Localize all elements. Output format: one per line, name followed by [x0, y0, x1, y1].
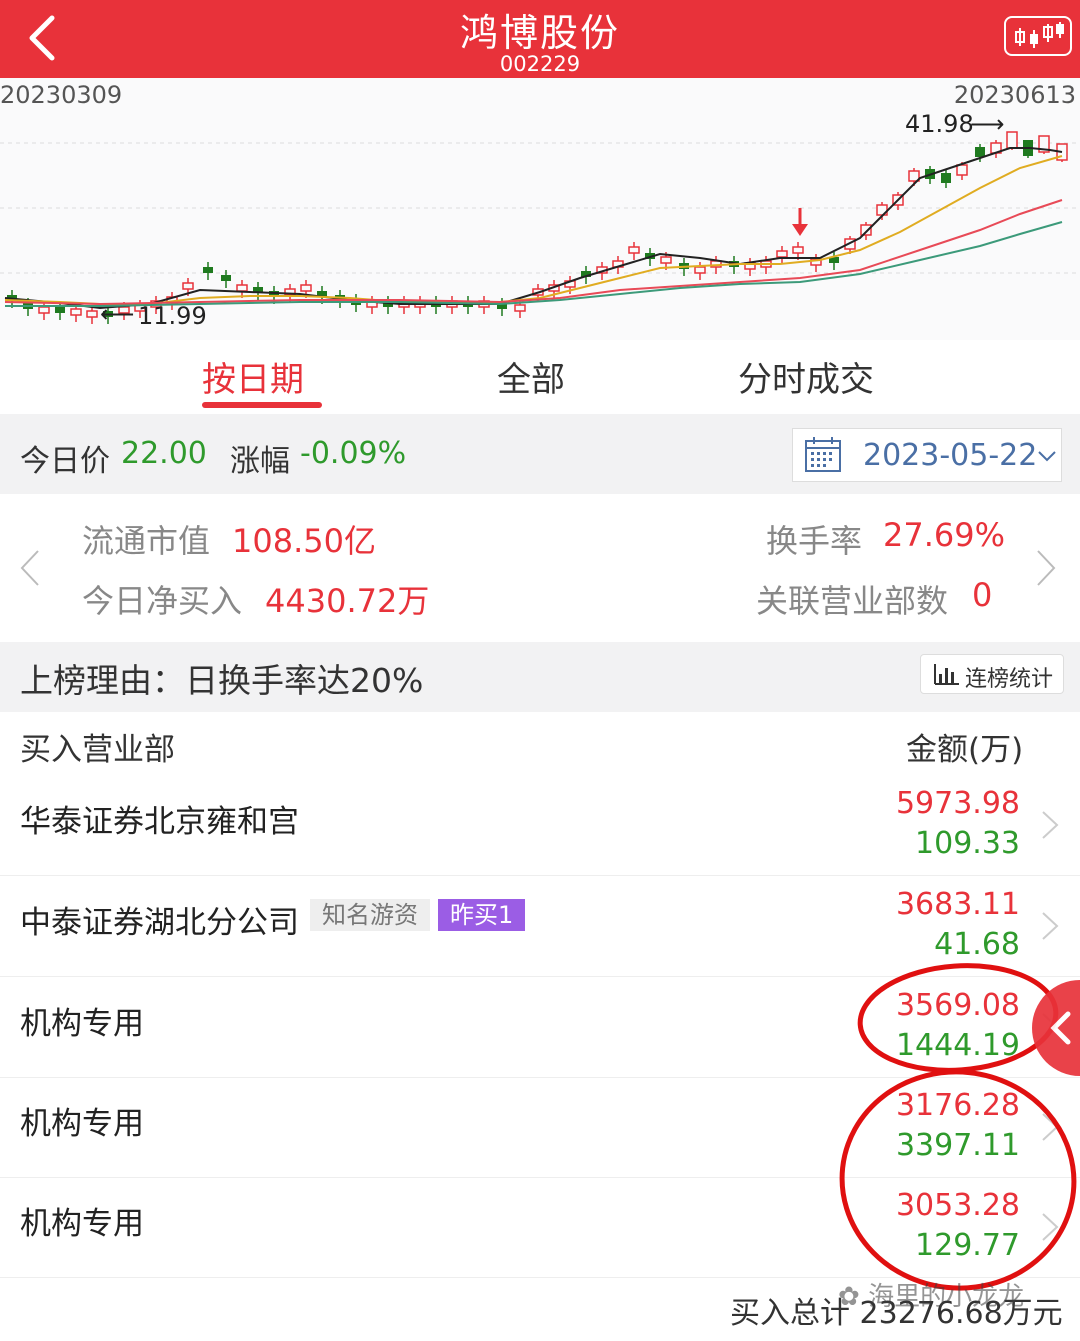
bar-chart-icon	[934, 664, 959, 685]
stock-code: 002229	[499, 52, 581, 76]
dept-name: 机构专用	[20, 1106, 144, 1142]
sell-amount: 1444.19	[895, 1028, 1020, 1063]
dept-name: 中泰证券湖北分公司	[20, 905, 299, 941]
dept-name: 机构专用	[20, 1006, 144, 1042]
float-cap-label: 流通市值	[82, 522, 211, 560]
candle-body	[1006, 131, 1018, 149]
ma-line-black	[4, 147, 1063, 310]
candle-body	[236, 284, 248, 292]
table-header: 买入营业部 金额(万)	[0, 712, 1080, 777]
dept-count-label: 关联营业部数	[756, 582, 949, 620]
candle-body	[694, 266, 706, 274]
listing-reason-bar: 上榜理由：日换手率达20% 连榜统计	[0, 642, 1080, 712]
candle-body	[941, 173, 951, 183]
dept-name: 机构专用	[20, 1206, 144, 1242]
candle-body	[300, 284, 312, 292]
low-price-label: 11.99	[138, 302, 207, 330]
candle-body	[660, 256, 672, 264]
candle-body	[860, 224, 872, 236]
candle-body	[55, 307, 65, 313]
stock-name: 鸿博股份	[459, 11, 620, 55]
watermark: ✿ 海里的小龙龙	[838, 1276, 1024, 1313]
tab-bar: 按日期 全部 分时成交	[0, 340, 1080, 414]
net-buy-value: 4430.72万	[265, 582, 430, 620]
table-row[interactable]: 机构专用 3569.08 1444.19	[0, 978, 1080, 1078]
col-dept-header: 买入营业部	[20, 732, 175, 768]
consecutive-stats-button[interactable]: 连榜统计	[920, 654, 1064, 694]
buy-amount: 3683.11	[895, 887, 1020, 922]
kline-chart[interactable]: 41.98 ⟶ ⟵ 11.99 20230309 20230613	[0, 78, 1080, 340]
price-label: 今日价	[20, 444, 110, 479]
net-buy-label: 今日净买入	[82, 582, 243, 620]
chevron-right-icon	[1042, 1113, 1059, 1141]
candle-body	[514, 304, 526, 312]
sell-amount: 129.77	[915, 1228, 1020, 1263]
price-value: 22.00	[121, 436, 207, 471]
table-row[interactable]: 机构专用 3053.28 129.77	[0, 1178, 1080, 1278]
bought-yesterday-tag: 昨买1	[438, 899, 526, 931]
sell-amount: 41.68	[934, 927, 1020, 962]
table-row[interactable]: 华泰证券北京雍和宫 5973.98 109.33	[0, 776, 1080, 876]
buy-amount: 3569.08	[895, 988, 1020, 1023]
app-header: 鸿博股份 002229	[0, 0, 1080, 78]
candlestick-icon	[1015, 22, 1064, 48]
chevron-left-icon[interactable]	[18, 548, 42, 588]
candle-body	[182, 282, 194, 290]
candle-body	[38, 306, 50, 314]
candle-body	[221, 275, 231, 281]
buy-amount: 3176.28	[895, 1088, 1020, 1123]
chevron-left-icon	[1050, 1011, 1071, 1045]
listing-reason: 上榜理由：日换手率达20%	[20, 661, 424, 700]
high-price-label: 41.98	[905, 110, 974, 138]
chevron-right-icon	[1042, 811, 1059, 839]
dept-count-value: 0	[972, 576, 993, 614]
candle-body	[203, 267, 213, 273]
date-picker[interactable]: 2023-05-22	[792, 428, 1062, 482]
turnover-label: 换手率	[766, 522, 863, 560]
kline-svg: 41.98 ⟶ ⟵ 11.99 20230309 20230613	[0, 81, 1080, 330]
end-date-label: 20230613	[954, 81, 1076, 109]
float-cap-value: 108.50亿	[232, 522, 376, 560]
high-arrow-icon: ⟶	[970, 110, 1004, 138]
stock-info-panel: 流通市值 108.50亿 今日净买入 4430.72万 换手率 27.69% 关…	[0, 494, 1080, 642]
wechat-icon: ✿	[838, 1282, 860, 1312]
consecutive-stats-label: 连榜统计	[965, 667, 1054, 692]
col-amount-header: 金额(万)	[906, 732, 1024, 768]
sell-amount: 109.33	[915, 826, 1020, 861]
price-bar: 今日价 22.00 涨幅 -0.09% 2023-05-22	[0, 414, 1080, 494]
calendar-icon	[805, 437, 841, 472]
buy-amount: 5973.98	[895, 786, 1020, 821]
famous-trader-tag: 知名游资	[310, 899, 430, 931]
buy-amount: 3053.28	[895, 1188, 1020, 1223]
chevron-right-icon	[1042, 912, 1059, 940]
change-value: -0.09%	[300, 436, 407, 471]
change-label: 涨幅	[230, 444, 290, 479]
ma-line-yellow	[4, 155, 1063, 305]
tab-time-trades[interactable]: 分时成交	[738, 352, 874, 401]
chevron-down-icon	[1038, 451, 1056, 462]
turnover-value: 27.69%	[883, 516, 1006, 554]
candle-body	[70, 308, 82, 316]
table-row[interactable]: 机构专用 3176.28 3397.11	[0, 1078, 1080, 1178]
sell-amount: 3397.11	[895, 1128, 1020, 1163]
active-tab-underline	[202, 402, 322, 408]
dept-name: 华泰证券北京雍和宫	[20, 804, 299, 840]
watermark-text: 海里的小龙龙	[868, 1282, 1025, 1312]
candle-body	[792, 246, 804, 254]
table-row[interactable]: 中泰证券湖北分公司 知名游资 昨买1 3683.11 41.68	[0, 877, 1080, 977]
chevron-right-icon	[1042, 1213, 1059, 1241]
low-arrow-icon: ⟵	[100, 300, 134, 328]
tab-by-date[interactable]: 按日期	[202, 352, 304, 401]
candle-body	[975, 147, 985, 157]
candle-body	[956, 164, 968, 176]
candle-body	[628, 246, 640, 254]
selected-date: 2023-05-22	[863, 438, 1038, 473]
start-date-label: 20230309	[0, 81, 122, 109]
candle-body	[776, 250, 788, 258]
candle-body	[86, 310, 98, 318]
kline-toggle-button[interactable]	[1004, 16, 1072, 56]
tab-all[interactable]: 全部	[497, 352, 565, 401]
chevron-right-icon[interactable]	[1034, 548, 1058, 588]
